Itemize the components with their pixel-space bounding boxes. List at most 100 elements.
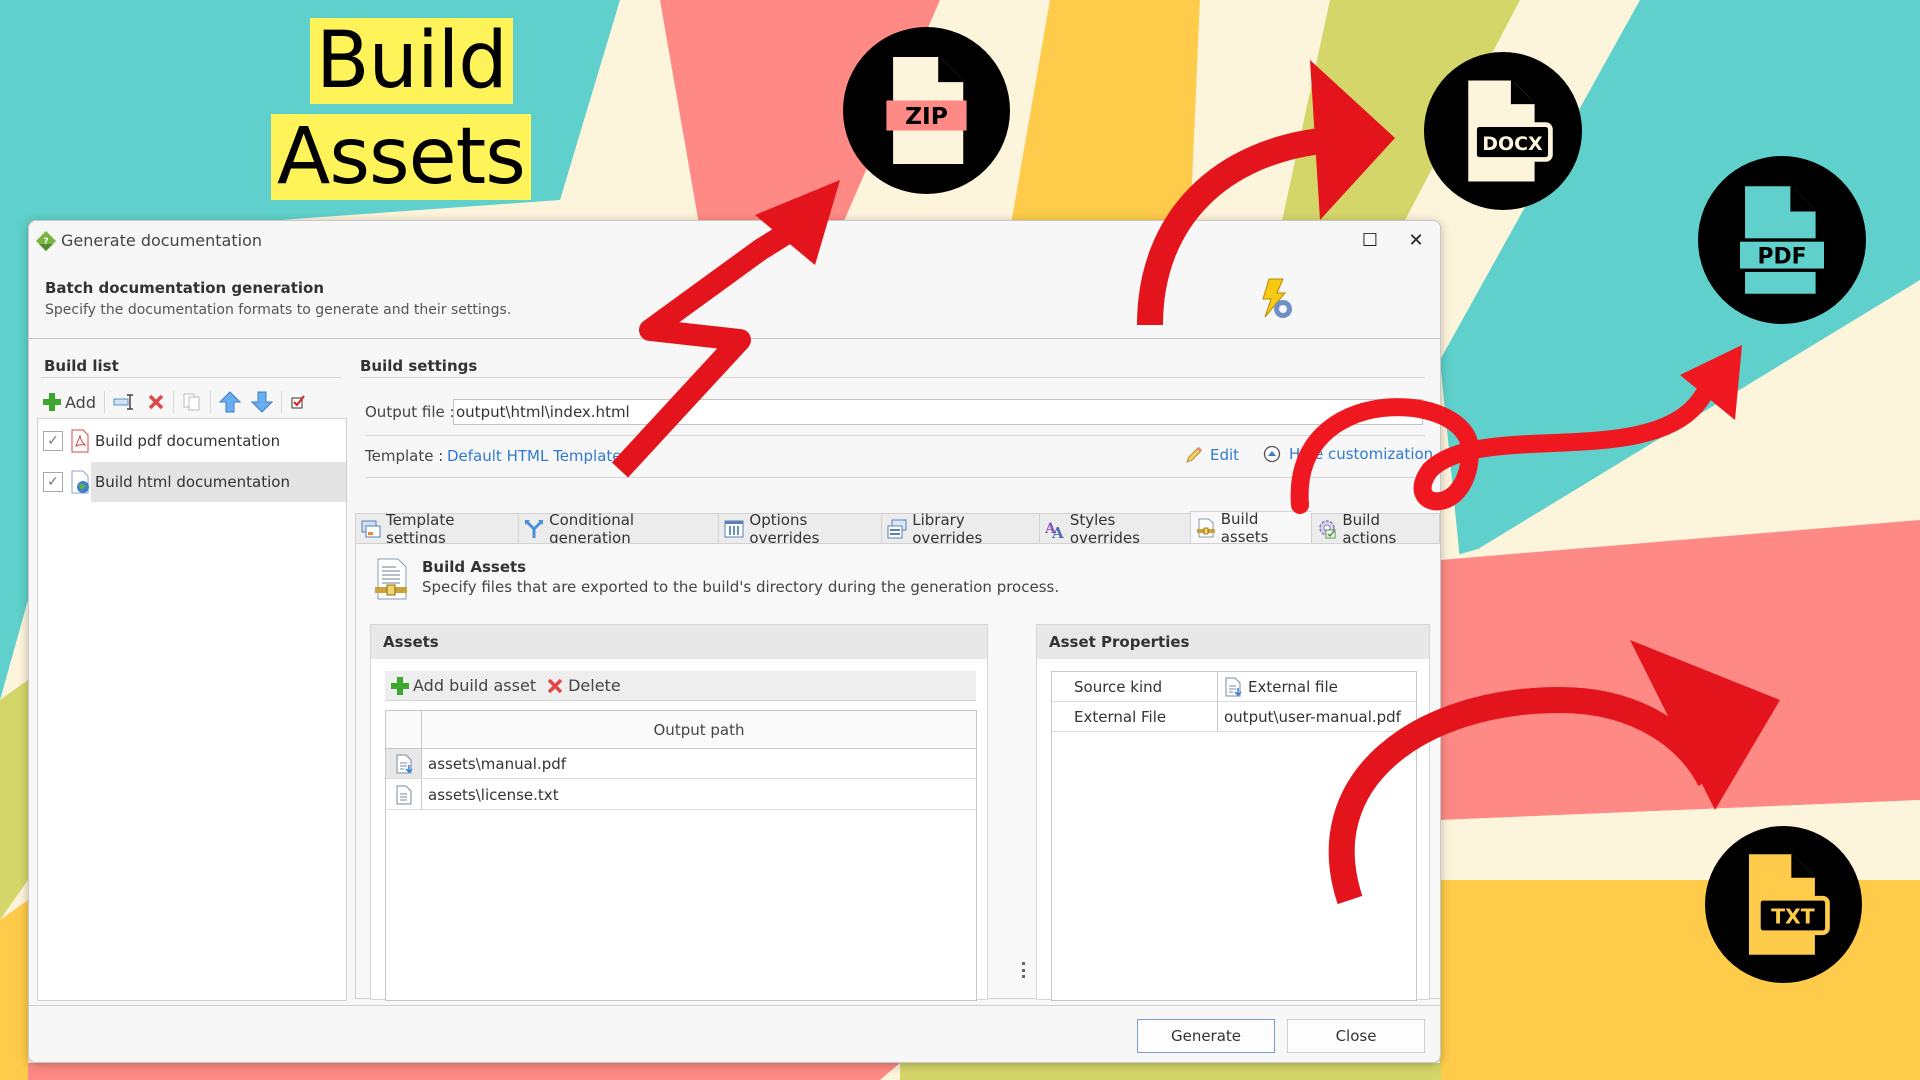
build-assets-panel: Build Assets Specify files that are expo…: [355, 543, 1440, 1001]
rename-button[interactable]: [111, 389, 139, 415]
tab-label: Library overrides: [912, 510, 983, 547]
copy-icon: [183, 393, 200, 411]
build-settings-divider: [360, 377, 1425, 378]
build-list: ✓ Build pdf documentation ✓ Build html d…: [37, 418, 347, 1001]
pencil-icon: [1186, 446, 1203, 463]
close-icon: ✕: [1408, 229, 1424, 251]
build-item-label: Build pdf documentation: [95, 432, 281, 450]
header-subtitle: Specify the documentation formats to gen…: [45, 302, 512, 318]
add-build-asset-button[interactable]: Add build asset: [389, 673, 538, 699]
row-header[interactable]: [386, 780, 422, 809]
property-key: Source kind: [1052, 672, 1218, 701]
move-down-button[interactable]: [249, 389, 275, 415]
txt-badge-label: TXT: [1771, 904, 1815, 928]
tab-label: Build actions: [1342, 510, 1397, 547]
assets-grid: Output path assets\manual.pdf assets\lic…: [385, 710, 977, 1001]
lightning-gear-icon: [1262, 278, 1292, 318]
tab-label: Build assets: [1220, 509, 1269, 546]
build-checkbox[interactable]: ✓: [43, 472, 63, 492]
asset-output-path: assets\license.txt: [428, 785, 559, 804]
zip-badge-label: ZIP: [905, 102, 948, 130]
properties-grid: Source kind External file External File …: [1051, 671, 1417, 1001]
build-assets-icon: [1196, 518, 1215, 537]
banner-title-line1: Build: [310, 18, 513, 104]
checkbox-checked-icon: [291, 395, 305, 409]
row-header[interactable]: [386, 749, 422, 778]
delete-icon: [547, 678, 563, 693]
sliders-icon: [724, 520, 744, 537]
maximize-icon: ☐: [1361, 229, 1379, 251]
docx-badge-label: DOCX: [1482, 133, 1543, 155]
tab-label: Styles overrides: [1069, 510, 1140, 547]
header-title: Batch documentation generation: [45, 279, 325, 297]
source-kind-value: External file: [1248, 677, 1338, 696]
header-divider: [29, 338, 1440, 339]
generate-button[interactable]: Generate: [1137, 1019, 1275, 1053]
plus-icon: [43, 393, 61, 411]
property-row-source-kind[interactable]: Source kind External file: [1052, 672, 1416, 702]
pdf-file-icon: PDF: [1698, 156, 1866, 324]
maximize-button[interactable]: ☐: [1347, 225, 1393, 255]
styles-icon: AA: [1045, 521, 1064, 539]
asset-row[interactable]: assets\manual.pdf: [386, 749, 976, 779]
property-row-external-file[interactable]: External File output\user-manual.pdf: [1052, 702, 1416, 732]
external-file-icon: [396, 754, 413, 773]
close-window-button[interactable]: ✕: [1393, 225, 1439, 255]
grid-corner: [386, 711, 422, 748]
add-build-button[interactable]: Add: [41, 389, 98, 415]
external-file-icon: [1225, 677, 1242, 696]
output-file-input[interactable]: [453, 399, 1423, 425]
hide-customization-label: Hide customization: [1289, 445, 1434, 463]
asset-row[interactable]: assets\license.txt: [386, 780, 976, 810]
window-title: Generate documentation: [61, 231, 262, 250]
tab-template-settings[interactable]: Template settings: [355, 510, 519, 547]
template-label: Template :: [365, 447, 444, 465]
close-button[interactable]: Close: [1287, 1019, 1425, 1053]
delete-build-button[interactable]: [145, 389, 167, 415]
tab-build-actions[interactable]: Build actions: [1311, 510, 1440, 547]
zip-file-icon: ZIP: [843, 27, 1010, 194]
assets-group: Assets Add build asset Delete Output pat…: [370, 624, 988, 1001]
template-settings-icon: [361, 520, 381, 537]
app-logo-icon: ?: [36, 231, 56, 251]
asset-output-path: assets\manual.pdf: [428, 754, 567, 773]
tab-options-overrides[interactable]: Options overrides: [718, 511, 882, 547]
build-checkbox[interactable]: ✓: [43, 431, 63, 451]
build-assets-description: Specify files that are exported to the b…: [422, 578, 1060, 596]
tab-conditional-generation[interactable]: Conditional generation: [518, 511, 719, 547]
build-list-label: Build list: [44, 357, 119, 375]
text-file-icon: [396, 785, 411, 804]
property-value[interactable]: External file: [1224, 672, 1416, 701]
toolbar-separator: [280, 391, 282, 413]
build-item-label: Build html documentation: [95, 473, 290, 491]
duplicate-button[interactable]: [180, 389, 204, 415]
property-key: External File: [1052, 702, 1218, 731]
add-build-asset-label: Add build asset: [413, 676, 537, 695]
template-link[interactable]: Default HTML Template: [447, 447, 622, 465]
svg-text:?: ?: [43, 237, 48, 247]
build-settings-label: Build settings: [360, 357, 478, 375]
tab-build-assets[interactable]: Build assets: [1189, 509, 1312, 546]
assets-group-header: Assets: [371, 625, 987, 659]
library-icon: [887, 519, 907, 538]
build-list-item-html[interactable]: ✓ Build html documentation: [38, 462, 346, 502]
docx-file-icon: DOCX: [1424, 52, 1582, 210]
gear-check-icon: [1319, 519, 1336, 538]
output-divider: [365, 435, 1425, 436]
browse-output-button[interactable]: ...: [1393, 401, 1421, 423]
tab-label: Template settings: [386, 510, 455, 547]
tab-styles-overrides[interactable]: AA Styles overrides: [1038, 510, 1190, 547]
check-all-button[interactable]: [288, 389, 308, 415]
build-list-item-pdf[interactable]: ✓ Build pdf documentation: [38, 421, 346, 461]
property-value[interactable]: output\user-manual.pdf: [1224, 702, 1416, 731]
hide-customization-button[interactable]: Hide customization: [1263, 445, 1433, 463]
banner-title-line2: Assets: [271, 114, 531, 200]
column-header-output-path[interactable]: Output path: [422, 711, 976, 748]
edit-template-button[interactable]: Edit: [1184, 445, 1239, 465]
tab-library-overrides[interactable]: Library overrides: [881, 510, 1039, 547]
panel-splitter[interactable]: [1020, 962, 1026, 978]
move-up-button[interactable]: [217, 389, 243, 415]
pdf-badge-label: PDF: [1757, 245, 1806, 270]
title-bar[interactable]: ? Generate documentation ☐ ✕: [29, 221, 1440, 259]
delete-asset-button[interactable]: Delete: [544, 673, 623, 699]
